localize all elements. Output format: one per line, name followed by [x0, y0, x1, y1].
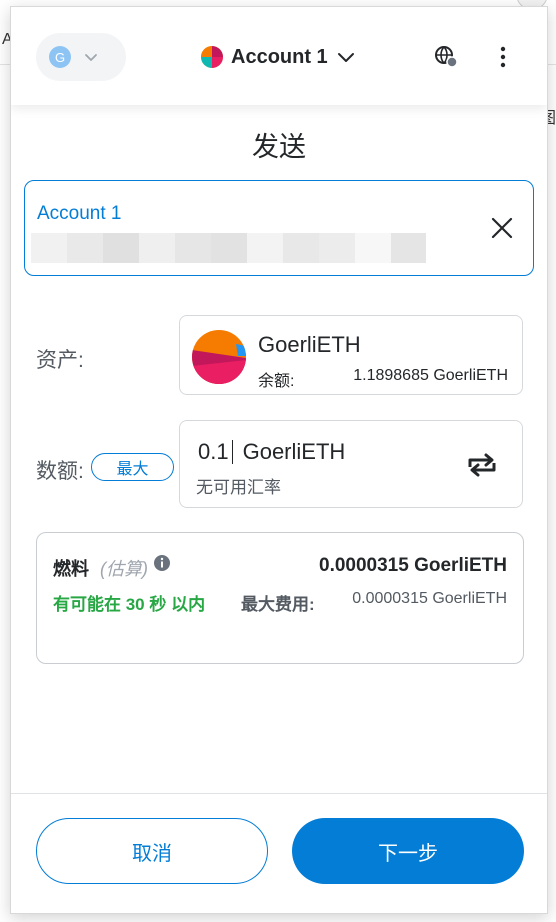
amount-label: 数额: — [36, 460, 84, 483]
gas-estimate-tag: (估算) — [100, 559, 148, 579]
page-title: 发送 — [252, 132, 306, 162]
gas-fee-card: 燃料 (估算) 0.0000315 GoerliETH 有可能在 30 秒 以内… — [36, 532, 524, 664]
amount-unit: GoerliETH — [242, 439, 346, 464]
amount-field[interactable]: 0.1 GoerliETH 无可用汇率 — [179, 420, 523, 508]
info-icon[interactable] — [153, 554, 171, 572]
asset-balance-label: 余额: — [258, 373, 295, 390]
chevron-down-icon — [337, 53, 354, 62]
conversion-note: 无可用汇率 — [196, 478, 281, 497]
asset-name: GoerliETH — [258, 332, 361, 357]
next-button[interactable]: 下一步 — [292, 818, 524, 884]
cancel-button[interactable]: 取消 — [36, 818, 268, 884]
asset-balance-value: 1.1898685 GoerliETH — [353, 367, 508, 384]
gas-max-fee-label: 最大费用: — [241, 595, 315, 614]
amount-value: 0.1 — [198, 439, 229, 464]
gas-total: 0.0000315 GoerliETH — [319, 555, 507, 576]
text-caret — [231, 440, 233, 464]
recipient-address-redacted — [31, 233, 426, 265]
clear-recipient-button[interactable] — [487, 213, 517, 243]
network-selector[interactable]: G — [36, 33, 126, 81]
connected-sites-button[interactable] — [432, 43, 462, 71]
gas-title: 燃料 — [53, 559, 89, 579]
max-amount-button[interactable]: 最大 — [91, 453, 174, 481]
network-avatar: G — [49, 46, 71, 68]
gas-max-fee-value: 0.0000315 GoerliETH — [352, 590, 507, 607]
chevron-down-icon — [85, 54, 97, 61]
close-icon — [491, 217, 513, 239]
swap-arrows-icon — [468, 453, 496, 477]
app-header: G Account 1 — [11, 7, 547, 105]
wallet-popup: G Account 1 发送 Account 1 资产: GoerliETH 余… — [10, 6, 548, 914]
account-switcher[interactable]: Account 1 — [201, 43, 356, 71]
globe-status-icon — [435, 46, 458, 68]
kebab-menu-icon — [500, 46, 506, 68]
recipient-name: Account 1 — [37, 203, 122, 224]
gas-time-estimate: 有可能在 30 秒 以内 — [53, 595, 206, 614]
swap-currency-button[interactable] — [464, 451, 500, 479]
asset-label: 资产: — [36, 349, 84, 372]
footer-divider — [11, 793, 547, 794]
account-name: Account 1 — [231, 45, 328, 68]
asset-selector[interactable]: GoerliETH 余额: 1.1898685 GoerliETH — [179, 315, 523, 395]
asset-token-icon — [192, 330, 246, 384]
recipient-field[interactable]: Account 1 — [24, 180, 534, 276]
account-avatar-icon — [201, 46, 223, 68]
amount-input[interactable]: 0.1 GoerliETH — [198, 439, 345, 465]
account-options-button[interactable] — [493, 43, 513, 71]
